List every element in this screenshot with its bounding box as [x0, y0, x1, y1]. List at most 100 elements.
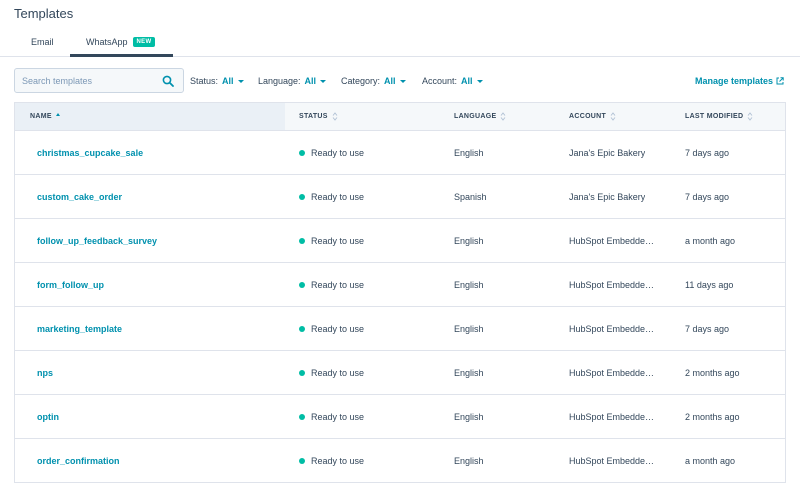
status-dot-icon [299, 369, 305, 376]
status-dot-icon [299, 413, 305, 420]
status-text: Ready to use [311, 367, 365, 378]
filter-account-label: Account: [422, 76, 458, 86]
language-cell: English [454, 367, 484, 378]
chevron-down-icon[interactable] [320, 79, 327, 83]
status-cell: Ready to use [299, 175, 364, 218]
table-row: optin Ready to use English HubSpot Embed… [15, 395, 785, 439]
sort-icon [501, 112, 506, 121]
status-text: Ready to use [311, 323, 365, 334]
language-cell: Spanish [454, 191, 487, 202]
account-cell: HubSpot Embedde… [569, 279, 655, 290]
table-row: follow_up_feedback_survey Ready to use E… [15, 219, 785, 263]
search-box [14, 68, 184, 93]
page-title: Templates [14, 6, 74, 21]
sort-icon [610, 112, 616, 121]
filter-status-label: Status: [190, 76, 219, 86]
status-text: Ready to use [311, 147, 365, 158]
account-cell: HubSpot Embedde… [569, 411, 655, 422]
column-header-name[interactable]: NAME [15, 103, 285, 130]
template-name-link[interactable]: christmas_cupcake_sale [37, 131, 143, 174]
language-cell: English [454, 455, 484, 466]
filter-category[interactable]: Category: All [341, 76, 406, 86]
sort-icon [747, 112, 753, 121]
table-row: custom_cake_order Ready to use Spanish J… [15, 175, 785, 219]
template-name-link[interactable]: nps [37, 351, 53, 394]
templates-table: NAME STATUS LANGUAGE ACCOUNT LAST MODIFI… [14, 102, 786, 483]
status-text: Ready to use [311, 191, 365, 202]
new-badge: NEW [132, 37, 156, 47]
search-icon[interactable] [162, 75, 174, 87]
template-name-link[interactable]: marketing_template [37, 307, 122, 350]
status-text: Ready to use [311, 455, 365, 466]
tab-whatsapp[interactable]: WhatsApp NEW [86, 37, 156, 47]
manage-templates-label: Manage templates [694, 76, 773, 86]
account-cell: Jana's Epic Bakery [569, 147, 646, 158]
status-cell: Ready to use [299, 307, 364, 350]
account-cell: HubSpot Embedde… [569, 323, 655, 334]
filter-language-value[interactable]: All [305, 76, 317, 86]
status-cell: Ready to use [299, 263, 364, 306]
manage-templates-link[interactable]: Manage templates [695, 76, 784, 86]
sort-ascending-icon [55, 113, 60, 116]
status-cell: Ready to use [299, 219, 364, 262]
column-header-account[interactable]: ACCOUNT [569, 103, 616, 130]
column-header-status[interactable]: STATUS [299, 103, 338, 130]
template-name-link[interactable]: custom_cake_order [37, 175, 122, 218]
last-modified-cell: a month ago [685, 235, 736, 246]
table-row: nps Ready to use English HubSpot Embedde… [15, 351, 785, 395]
table-row: marketing_template Ready to use English … [15, 307, 785, 351]
chevron-down-icon[interactable] [237, 79, 244, 83]
language-cell: English [454, 323, 484, 334]
table-row: christmas_cupcake_sale Ready to use Engl… [15, 131, 785, 175]
column-header-last-modified[interactable]: LAST MODIFIED [685, 103, 753, 130]
active-tab-indicator [70, 54, 173, 57]
column-header-label: STATUS [299, 113, 328, 120]
status-dot-icon [299, 325, 305, 332]
status-dot-icon [299, 281, 305, 288]
filter-language-label: Language: [258, 76, 301, 86]
status-text: Ready to use [311, 235, 365, 246]
status-cell: Ready to use [299, 131, 364, 174]
status-dot-icon [299, 193, 305, 200]
tab-bar: Email WhatsApp NEW [0, 30, 800, 57]
filter-account-value[interactable]: All [461, 76, 473, 86]
last-modified-cell: 7 days ago [685, 147, 730, 158]
template-name-link[interactable]: optin [37, 395, 59, 438]
language-cell: English [454, 147, 484, 158]
filter-status-value[interactable]: All [222, 76, 234, 86]
account-cell: Jana's Epic Bakery [569, 191, 646, 202]
chevron-down-icon[interactable] [399, 79, 406, 83]
filter-status[interactable]: Status: All [190, 76, 244, 86]
status-dot-icon [299, 237, 305, 244]
filter-account[interactable]: Account: All [422, 76, 483, 86]
chevron-down-icon[interactable] [476, 79, 483, 83]
language-cell: English [454, 235, 484, 246]
table-row: order_confirmation Ready to use English … [15, 439, 785, 483]
status-text: Ready to use [311, 411, 365, 422]
template-name-link[interactable]: form_follow_up [37, 263, 104, 306]
language-cell: English [454, 411, 484, 422]
external-link-icon [776, 77, 784, 85]
last-modified-cell: 2 months ago [685, 367, 740, 378]
last-modified-cell: a month ago [685, 455, 736, 466]
filter-language[interactable]: Language: All [258, 76, 327, 86]
template-name-link[interactable]: follow_up_feedback_survey [37, 219, 157, 262]
table-header: NAME STATUS LANGUAGE ACCOUNT LAST MODIFI… [15, 103, 785, 131]
filter-category-value[interactable]: All [384, 76, 396, 86]
last-modified-cell: 11 days ago [685, 279, 734, 290]
column-header-label: NAME [30, 113, 52, 120]
status-text: Ready to use [311, 279, 365, 290]
column-header-label: LANGUAGE [454, 113, 497, 120]
sort-icon [332, 112, 338, 121]
template-name-link[interactable]: order_confirmation [37, 439, 120, 482]
last-modified-cell: 7 days ago [685, 323, 730, 334]
column-header-label: ACCOUNT [569, 113, 607, 120]
table-row: form_follow_up Ready to use English HubS… [15, 263, 785, 307]
column-header-language[interactable]: LANGUAGE [454, 103, 506, 130]
tab-email[interactable]: Email [31, 37, 54, 47]
status-cell: Ready to use [299, 351, 364, 394]
status-cell: Ready to use [299, 395, 364, 438]
account-cell: HubSpot Embedde… [569, 455, 655, 466]
status-cell: Ready to use [299, 439, 364, 482]
search-input[interactable] [15, 69, 160, 92]
